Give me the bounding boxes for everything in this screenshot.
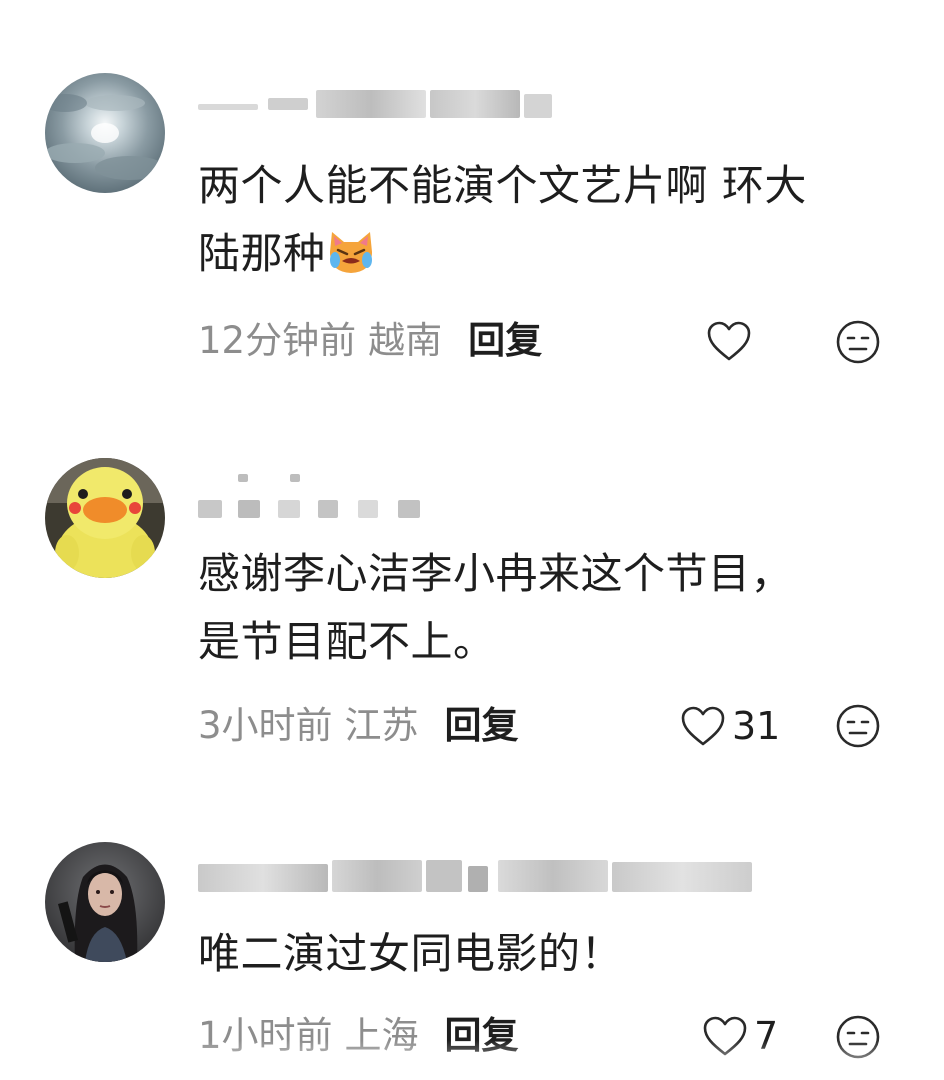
like-button[interactable]: 31 bbox=[680, 701, 780, 751]
comment-location: 江苏 bbox=[344, 704, 419, 747]
woman-portrait-avatar-image bbox=[45, 842, 165, 962]
comment-item: 唯二演过女同电影的！ 1小时前 上海 回复 7 bbox=[0, 820, 944, 1080]
meh-face-icon bbox=[836, 704, 880, 748]
comment-text-line: 两个人能不能演个文艺片啊 环大 bbox=[198, 161, 807, 210]
comment-time: 1小时前 bbox=[198, 1014, 333, 1057]
comment-meta: 3小时前 江苏 回复 bbox=[198, 701, 519, 751]
like-button[interactable] bbox=[706, 316, 758, 366]
meh-face-icon bbox=[836, 1015, 880, 1059]
comment-text-line: 唯二演过女同电影的！ bbox=[198, 929, 624, 978]
comment-text: 两个人能不能演个文艺片啊 环大 陆那种 bbox=[198, 152, 898, 288]
comment-text-line: 是节目配不上。 bbox=[198, 617, 496, 666]
comment-location: 越南 bbox=[368, 319, 443, 362]
username-redacted[interactable] bbox=[198, 860, 758, 896]
avatar[interactable] bbox=[45, 842, 165, 962]
meh-face-icon bbox=[836, 320, 880, 364]
comment-meta: 12分钟前 越南 回复 bbox=[198, 316, 542, 366]
sky-clouds-avatar-image bbox=[45, 73, 165, 193]
heart-icon bbox=[681, 706, 725, 746]
reply-button[interactable]: 回复 bbox=[468, 319, 542, 362]
avatar[interactable] bbox=[45, 458, 165, 578]
like-count: 31 bbox=[732, 704, 781, 748]
comment-location: 上海 bbox=[344, 1014, 419, 1057]
avatar[interactable] bbox=[45, 73, 165, 193]
comment-time: 3小时前 bbox=[198, 704, 333, 747]
comment-text-line: 感谢李心洁李小冉来这个节目， bbox=[198, 549, 794, 598]
yellow-duck-plush-avatar-image bbox=[45, 458, 165, 578]
comment-text: 唯二演过女同电影的！ bbox=[198, 920, 898, 988]
heart-icon bbox=[703, 1016, 747, 1056]
comment-meta: 1小时前 上海 回复 bbox=[198, 1011, 519, 1061]
crying-cat-emoji-icon bbox=[329, 232, 372, 273]
comment-text-line: 陆那种 bbox=[198, 220, 898, 288]
reply-button[interactable]: 回复 bbox=[445, 704, 519, 747]
reply-button[interactable]: 回复 bbox=[445, 1014, 519, 1057]
like-button[interactable]: 7 bbox=[702, 1011, 778, 1061]
heart-icon bbox=[707, 321, 751, 361]
dislike-button[interactable] bbox=[835, 319, 881, 365]
like-count: 7 bbox=[754, 1014, 779, 1058]
comment-time: 12分钟前 bbox=[198, 319, 357, 362]
dislike-button[interactable] bbox=[835, 1014, 881, 1060]
comment-item: 两个人能不能演个文艺片啊 环大 陆那种 12分钟前 越南 回复 bbox=[0, 0, 944, 420]
username-redacted[interactable] bbox=[198, 90, 758, 126]
comment-item: 感谢李心洁李小冉来这个节目， 是节目配不上。 3小时前 江苏 回复 31 bbox=[0, 420, 944, 820]
username-redacted[interactable] bbox=[198, 472, 758, 518]
dislike-button[interactable] bbox=[835, 703, 881, 749]
comment-text: 感谢李心洁李小冉来这个节目， 是节目配不上。 bbox=[198, 540, 898, 676]
